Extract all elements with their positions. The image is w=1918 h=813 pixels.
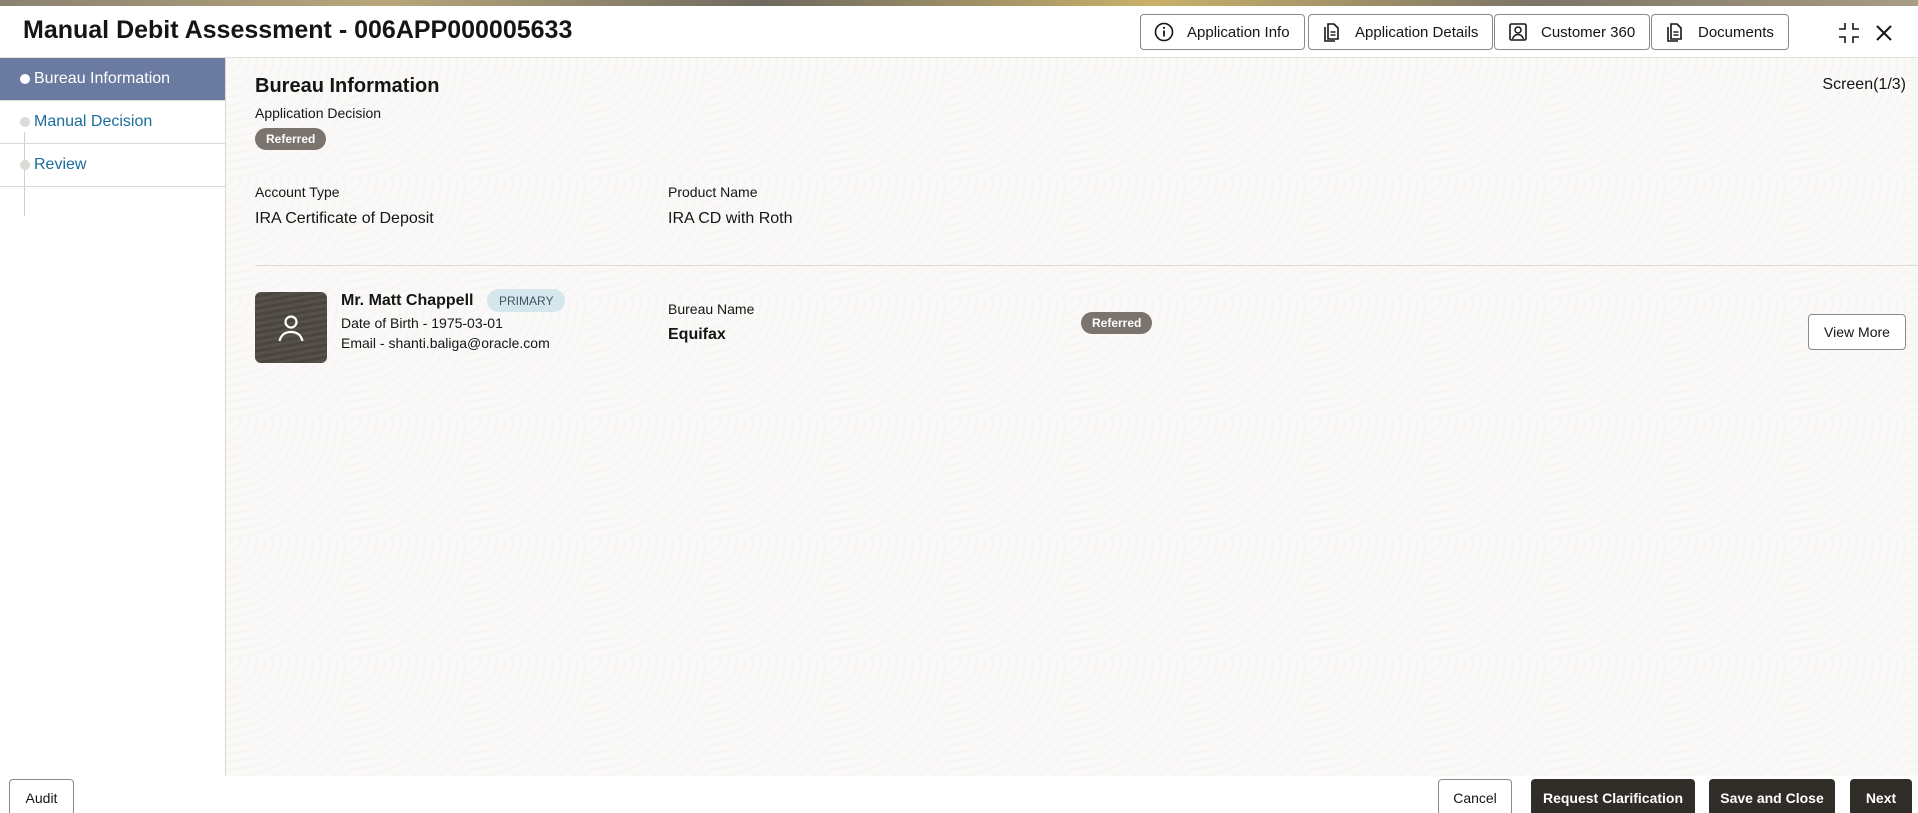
main-content: Bureau Information Screen(1/3) Applicati… [226,58,1918,776]
customer-360-button[interactable]: Customer 360 [1494,14,1651,50]
next-button[interactable]: Next [1850,779,1912,813]
save-and-close-button[interactable]: Save and Close [1709,779,1835,813]
step-indicator-dot [20,160,30,170]
screen-counter: Screen(1/3) [1822,76,1906,93]
user-icon [278,314,304,341]
info-icon [1153,21,1175,43]
document-icon [1321,21,1343,43]
account-type-value: IRA Certificate of Deposit [255,210,434,227]
cancel-button[interactable]: Cancel [1438,779,1512,813]
application-decision-badge: Referred [255,128,327,150]
sidebar-item-label: Review [34,156,87,173]
sidebar: Bureau Information Manual Decision Revie… [0,58,226,776]
documents-button[interactable]: Documents [1651,14,1789,50]
product-name-label: Product Name [668,184,758,200]
section-title: Bureau Information [255,75,440,97]
footer-bar: Audit Cancel Request Clarification Save … [0,776,1918,813]
documents-label: Documents [1698,23,1774,41]
sidebar-item-manual-decision[interactable]: Manual Decision [0,101,225,144]
application-info-button[interactable]: Application Info [1140,14,1305,50]
applicant-dob: Date of Birth - 1975-03-01 [341,315,503,331]
applicant-name: Mr. Matt Chappell [341,292,474,309]
page-title: Manual Debit Assessment - 006APP00000563… [23,16,573,44]
bureau-name-label: Bureau Name [668,301,755,317]
request-clarification-button[interactable]: Request Clarification [1531,779,1695,813]
collapse-icon[interactable] [1836,20,1862,46]
audit-button[interactable]: Audit [9,779,74,813]
application-details-label: Application Details [1355,23,1479,41]
view-more-button[interactable]: View More [1808,314,1906,350]
bureau-status-badge: Referred [1081,312,1153,334]
account-type-label: Account Type [255,184,340,200]
header-bar: Manual Debit Assessment - 006APP00000563… [0,6,1918,58]
application-info-label: Application Info [1187,23,1290,41]
section-divider [255,265,1918,266]
close-icon[interactable] [1871,20,1897,46]
sidebar-item-bureau-information[interactable]: Bureau Information [0,58,225,101]
sidebar-item-label: Manual Decision [34,113,153,130]
document-icon [1664,21,1686,43]
sidebar-item-label: Bureau Information [34,70,171,87]
applicant-email: Email - shanti.baliga@oracle.com [341,335,550,351]
customer-360-label: Customer 360 [1541,23,1636,41]
sidebar-item-review[interactable]: Review [0,144,225,187]
bureau-name-value: Equifax [668,326,726,343]
product-name-value: IRA CD with Roth [668,210,793,227]
application-decision-label: Application Decision [255,105,382,121]
person-icon [1507,21,1529,43]
modal-window: Manual Debit Assessment - 006APP00000563… [0,6,1918,813]
step-indicator-dot [20,74,30,84]
primary-badge: PRIMARY [487,289,566,312]
avatar [255,292,327,363]
step-indicator-dot [20,117,30,127]
application-details-button[interactable]: Application Details [1308,14,1494,50]
